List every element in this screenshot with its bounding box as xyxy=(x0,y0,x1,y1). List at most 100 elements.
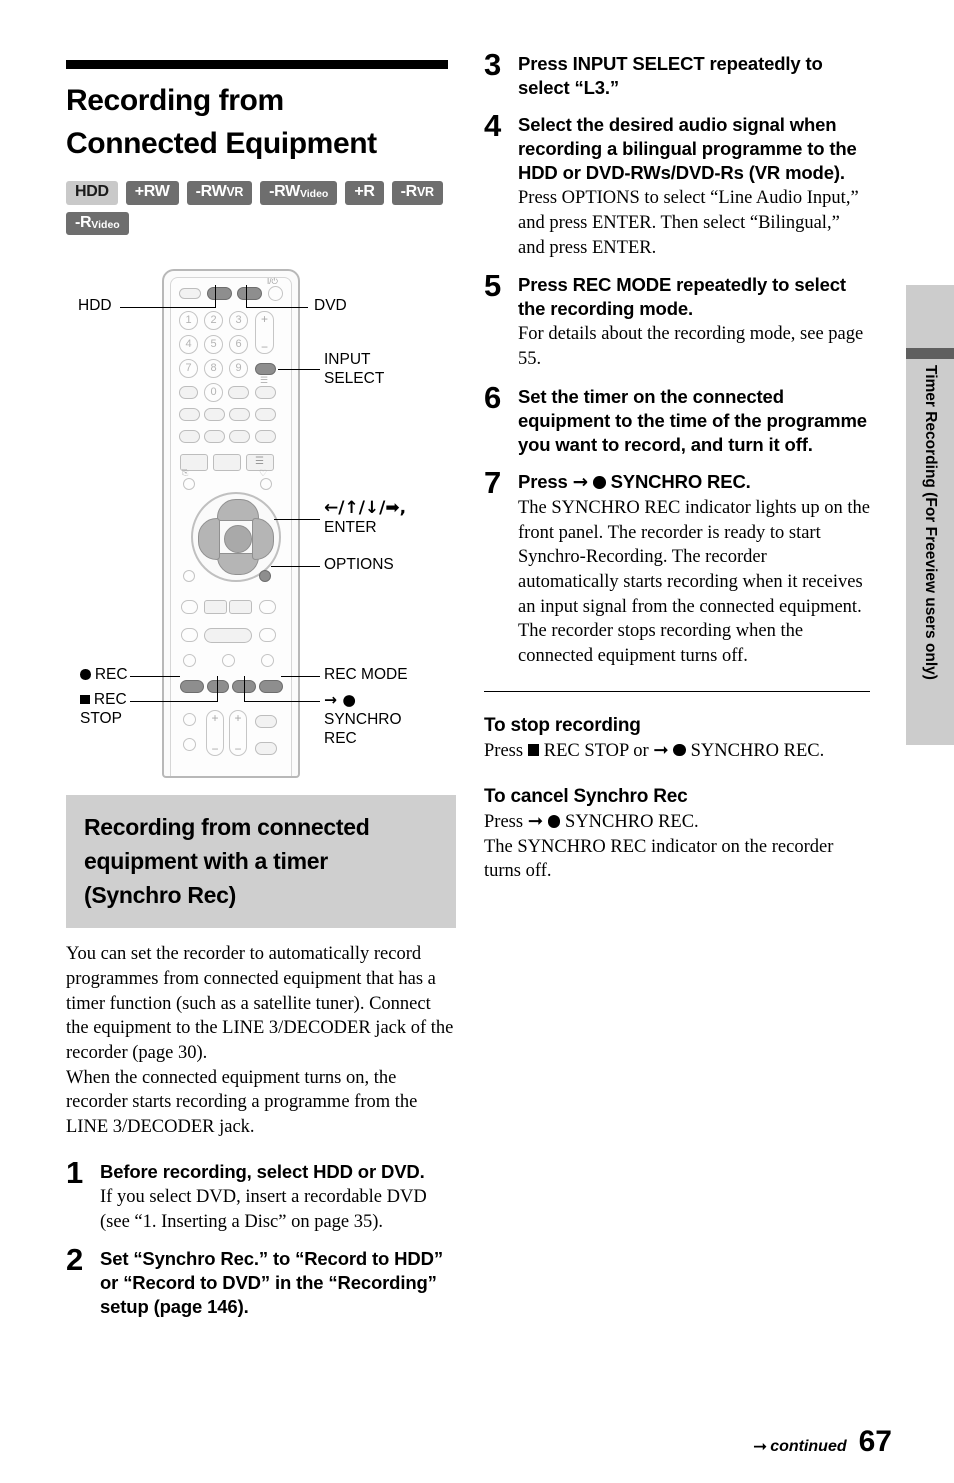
volume-slider: + − xyxy=(206,709,224,756)
step-7-body: Press → SYNCHRO REC. The SYNCHRO REC ind… xyxy=(518,470,870,669)
section-heading-line2: equipment with a timer xyxy=(84,847,328,874)
rewind-button xyxy=(181,627,198,642)
numeric-key-2: 2 xyxy=(204,310,223,330)
step-3-body: Press INPUT SELECT repeatedly to select … xyxy=(518,52,870,100)
function-button-r2c2 xyxy=(204,429,225,443)
stop-or-word: or xyxy=(633,740,649,761)
rec-mode-button xyxy=(259,679,283,693)
instant-replay-button xyxy=(204,599,227,614)
return-button xyxy=(183,569,195,582)
figure-label-stop-text: STOP xyxy=(80,709,122,727)
wide-button-center xyxy=(213,453,241,471)
cancel-synchro-heading: To cancel Synchro Rec xyxy=(484,786,688,808)
step-7: 7 Press → SYNCHRO REC. The SYNCHRO REC i… xyxy=(484,467,870,669)
function-button-r1c1 xyxy=(179,407,200,421)
function-button-r2c3 xyxy=(229,429,250,443)
dpad-left-arrow xyxy=(198,517,220,560)
function-button-r1c3 xyxy=(229,407,250,421)
step-4: 4 Select the desired audio signal when r… xyxy=(484,110,870,260)
step-4-heading: Select the desired audio signal when rec… xyxy=(518,114,857,184)
menu-icon: ☰ xyxy=(255,455,264,467)
stop-square-icon xyxy=(80,694,90,705)
manual-page: Timer Recording (For Freeview users only… xyxy=(0,0,954,1483)
step-2-number: 2 xyxy=(66,1242,84,1278)
record-circle-icon xyxy=(673,743,686,757)
right-arrow-icon: ➞ xyxy=(653,739,669,761)
page-title: Recording from Connected Equipment xyxy=(66,80,456,165)
remote-control-figure: I/⏻ 1 2 3 4 5 6 7 8 9 0 + − ☰ ☰ ⎘ ♡ + − … xyxy=(66,261,456,781)
title-list-icon: ⎘ xyxy=(182,467,189,477)
right-arrow-icon: ➞ xyxy=(752,1437,768,1457)
enter-small-button xyxy=(228,385,249,399)
figure-label-rec: REC xyxy=(80,666,128,685)
stop-press-word: Press xyxy=(484,740,524,761)
rec-button xyxy=(180,679,204,693)
figure-label-synchro-rec-2: REC xyxy=(324,729,357,747)
instant-advance-button xyxy=(229,599,252,614)
figure-label-synchro-rec: → ● SYNCHRO REC xyxy=(324,691,402,749)
page-number: 67 xyxy=(858,1425,892,1458)
cancel-synchro-text: SYNCHRO REC. xyxy=(565,811,699,832)
page-title-line2: Connected Equipment xyxy=(66,126,377,160)
step-2-body: Set “Synchro Rec.” to “Record to HDD” or… xyxy=(100,1247,456,1319)
fast-forward-button xyxy=(259,627,276,642)
heart-icon: ♡ xyxy=(259,467,268,478)
step-5-body: Press REC MODE repeatedly to select the … xyxy=(518,273,870,371)
step-3-heading: Press INPUT SELECT repeatedly to select … xyxy=(518,53,823,99)
numeric-key-4: 4 xyxy=(179,334,198,354)
leader-hdd xyxy=(120,306,216,309)
clear-button xyxy=(179,385,198,399)
figure-label-synchro: SYNCHRO xyxy=(324,710,402,728)
bottom-round-button-1 xyxy=(183,712,196,726)
next-chapter-button xyxy=(259,599,276,614)
step-6-number: 6 xyxy=(484,379,502,415)
step-5-heading: Press REC MODE repeatedly to select the … xyxy=(518,274,846,320)
side-tab: Timer Recording (For Freeview users only… xyxy=(906,285,954,745)
media-badge-plus-r: +R xyxy=(345,181,384,205)
step-3-number: 3 xyxy=(484,47,502,82)
step-2: 2 Set “Synchro Rec.” to “Record to HDD” … xyxy=(66,1242,456,1319)
numeric-key-6: 6 xyxy=(229,334,248,354)
leader-rec-stop xyxy=(130,700,218,703)
play-button xyxy=(204,627,252,643)
page-title-line1: Recording from xyxy=(66,84,284,117)
left-column: Recording from Connected Equipment HDD +… xyxy=(66,60,456,1319)
numeric-key-8: 8 xyxy=(204,358,223,378)
figure-label-enter: ENTER xyxy=(324,518,377,536)
step-7-synchro-text: SYNCHRO REC. xyxy=(610,470,751,492)
function-button-r2c4 xyxy=(255,429,276,443)
bottom-round-button-2 xyxy=(183,737,196,751)
title-list-button xyxy=(183,477,195,490)
volume-rocker: + − xyxy=(255,310,274,354)
stop-synchro-text: SYNCHRO REC. xyxy=(690,740,825,761)
media-badge-minus-rw-video: -RWVideo xyxy=(260,181,338,205)
leader-input-select xyxy=(278,368,320,371)
synchro-arrow-circle-icon: → ● xyxy=(324,690,356,709)
step-6-heading: Set the timer on the connected equipment… xyxy=(518,385,867,455)
step-1-body: Before recording, select HDD or DVD. If … xyxy=(100,1160,456,1234)
step-6: 6 Set the timer on the connected equipme… xyxy=(484,379,870,457)
numeric-key-3: 3 xyxy=(229,310,248,330)
figure-label-input: INPUT xyxy=(324,350,371,368)
step-4-body: Select the desired audio signal when rec… xyxy=(518,113,870,260)
direction-pad xyxy=(191,491,281,582)
right-arrow-icon: ➞ xyxy=(527,810,544,832)
figure-label-dvd: DVD xyxy=(314,296,347,314)
section-heading: Recording from connected equipment with … xyxy=(84,811,438,912)
step-1-heading: Before recording, select HDD or DVD. xyxy=(100,1160,425,1182)
step-5-number: 5 xyxy=(484,268,502,304)
media-badge-group: HDD +RW -RWVR -RWVideo +R -RVR -RVideo xyxy=(66,181,446,235)
stop-square-icon xyxy=(527,744,540,756)
media-badge-minus-r-video: -RVideo xyxy=(66,211,129,235)
figure-label-rec-stop-text: REC xyxy=(93,690,127,708)
pause-button xyxy=(222,653,235,667)
step-1: 1 Before recording, select HDD or DVD. I… xyxy=(66,1154,456,1234)
media-badge-hdd: HDD xyxy=(66,181,118,205)
cancel-synchro-note: The SYNCHRO REC indicator on the recorde… xyxy=(484,836,834,882)
step-1-number: 1 xyxy=(66,1154,84,1190)
leader-options xyxy=(271,565,320,568)
display-icon: ☰ xyxy=(260,374,269,385)
audio-button xyxy=(183,653,196,667)
dpad-right-arrow xyxy=(252,517,274,560)
leader-synchro-v xyxy=(244,675,246,702)
